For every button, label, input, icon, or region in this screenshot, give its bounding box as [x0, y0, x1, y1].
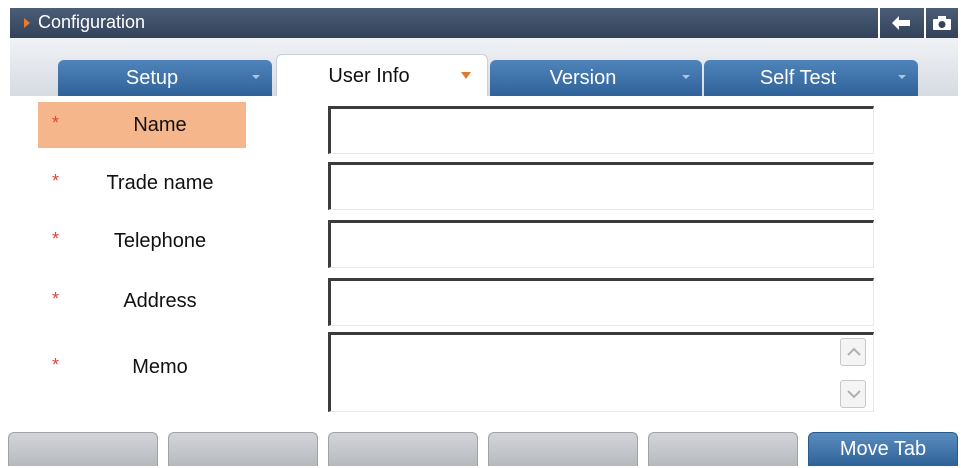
memo-scroll-down-button[interactable] — [840, 380, 866, 408]
address-input[interactable] — [328, 278, 874, 326]
title-bar: Configuration — [10, 8, 958, 38]
arrow-left-icon — [892, 16, 910, 30]
trade-name-input[interactable] — [328, 162, 874, 210]
required-star: * — [52, 355, 60, 375]
move-tab-button[interactable]: Move Tab — [808, 432, 958, 466]
memo-scroll-up-button[interactable] — [840, 338, 866, 366]
chevron-down-icon — [252, 75, 260, 79]
required-star: * — [52, 171, 60, 191]
function-key-1[interactable] — [8, 432, 158, 466]
memo-textarea[interactable] — [328, 332, 874, 412]
name-label[interactable]: * Name — [38, 102, 246, 148]
name-input[interactable] — [328, 106, 874, 154]
chevron-down-icon — [682, 75, 690, 79]
function-key-5[interactable] — [648, 432, 798, 466]
telephone-input[interactable] — [328, 220, 874, 268]
window-title: Configuration — [38, 12, 146, 32]
memo-label[interactable]: * Memo — [38, 344, 246, 390]
function-key-2[interactable] — [168, 432, 318, 466]
required-star: * — [52, 289, 60, 309]
back-button[interactable] — [878, 8, 922, 38]
chevron-up-icon — [847, 347, 861, 356]
required-star: * — [52, 113, 60, 133]
tab-user-info[interactable]: User Info — [276, 54, 488, 96]
address-label[interactable]: * Address — [38, 278, 246, 324]
chevron-down-icon — [847, 390, 861, 399]
expand-triangle-icon — [24, 18, 30, 28]
chevron-down-icon — [461, 72, 471, 79]
function-key-4[interactable] — [488, 432, 638, 466]
function-key-3[interactable] — [328, 432, 478, 466]
camera-icon — [933, 16, 951, 30]
telephone-label[interactable]: * Telephone — [38, 218, 246, 264]
screenshot-button[interactable] — [924, 8, 958, 38]
required-star: * — [52, 229, 60, 249]
trade-name-label[interactable]: * Trade name — [38, 160, 246, 206]
tab-self-test[interactable]: Self Test — [704, 60, 918, 96]
tab-setup[interactable]: Setup — [58, 60, 272, 96]
chevron-down-icon — [898, 75, 906, 79]
tab-version[interactable]: Version — [490, 60, 702, 96]
